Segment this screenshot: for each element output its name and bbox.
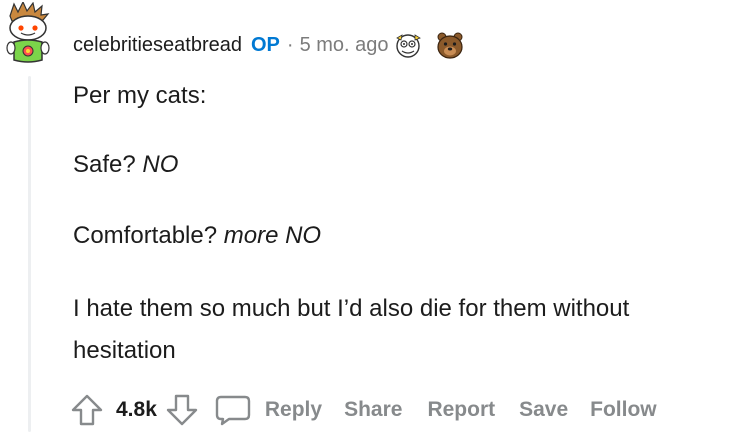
reply-button[interactable]: Reply bbox=[215, 394, 322, 426]
comment: celebritieseatbread OP · 5 mo. ago Per m… bbox=[0, 0, 729, 432]
comment-meta: celebritieseatbread OP · 5 mo. ago bbox=[73, 30, 465, 60]
speech-bubble-icon bbox=[215, 394, 251, 426]
comment-paragraph: Safe? NO bbox=[73, 149, 178, 181]
paragraph-text: Comfortable? bbox=[73, 222, 224, 249]
report-button[interactable]: Report bbox=[427, 398, 495, 422]
comment-paragraph: I hate them so much but I’d also die for… bbox=[73, 295, 630, 364]
follow-button[interactable]: Follow bbox=[590, 398, 657, 422]
paragraph-emphasis: more NO bbox=[223, 222, 322, 249]
avatar[interactable] bbox=[4, 0, 54, 72]
save-button[interactable]: Save bbox=[519, 398, 568, 422]
meta-separator: · bbox=[286, 33, 294, 56]
author-username[interactable]: celebritieseatbread bbox=[73, 34, 242, 57]
bear-award-icon[interactable] bbox=[435, 30, 465, 60]
paragraph-text: Safe? bbox=[73, 151, 143, 178]
reply-label: Reply bbox=[264, 398, 323, 421]
upvote-arrow-icon[interactable] bbox=[70, 393, 104, 427]
paragraph-emphasis: NO bbox=[142, 151, 179, 178]
share-button[interactable]: Share bbox=[344, 398, 402, 422]
op-badge: OP bbox=[251, 33, 280, 56]
snoo-avatar-icon bbox=[6, 0, 50, 63]
comment-timestamp[interactable]: 5 mo. ago bbox=[300, 34, 389, 57]
helpful-award-icon[interactable] bbox=[393, 30, 423, 60]
thread-line[interactable] bbox=[28, 76, 31, 432]
comment-paragraph: Comfortable? more NO bbox=[73, 220, 321, 252]
comment-actions: 4.8k Reply Share Report Save Follow bbox=[70, 390, 657, 430]
downvote-arrow-icon[interactable] bbox=[165, 393, 199, 427]
comment-paragraph: Per my cats: bbox=[73, 82, 207, 109]
vote-score: 4.8k bbox=[116, 398, 157, 421]
